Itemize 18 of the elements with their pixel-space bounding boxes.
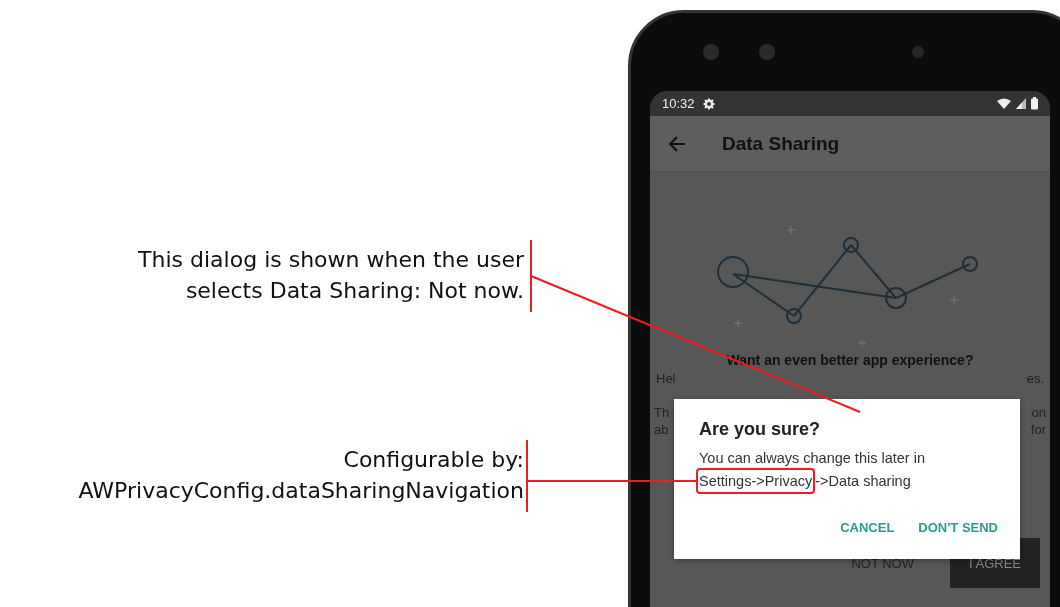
- dialog-message: You can always change this later in: [699, 449, 925, 468]
- dont-send-button[interactable]: DON'T SEND: [912, 516, 1004, 539]
- battery-icon: [1031, 97, 1038, 110]
- screen-title: Data Sharing: [722, 132, 840, 155]
- settings-icon: [702, 97, 715, 110]
- dialog-message: ->Data sharing: [815, 472, 911, 491]
- back-icon[interactable]: [669, 135, 686, 152]
- cancel-button[interactable]: CANCEL: [834, 516, 901, 539]
- camera-icon: [703, 44, 719, 60]
- dialog-title: Are you sure?: [699, 419, 822, 440]
- annotation-text: This dialog is shown when the user selects Data Sharing: Not now.: [138, 246, 524, 305]
- highlight-box: Settings->Privacy: [696, 468, 816, 494]
- signal-icon: [1016, 98, 1026, 109]
- camera-icon: [759, 44, 775, 60]
- wifi-icon: [997, 98, 1011, 109]
- annotation-text: Configurable by: AWPrivacyConfig.dataSharingNavigation: [78, 446, 524, 505]
- sensor-icon: [912, 46, 924, 58]
- status-time: 10:32: [662, 96, 695, 111]
